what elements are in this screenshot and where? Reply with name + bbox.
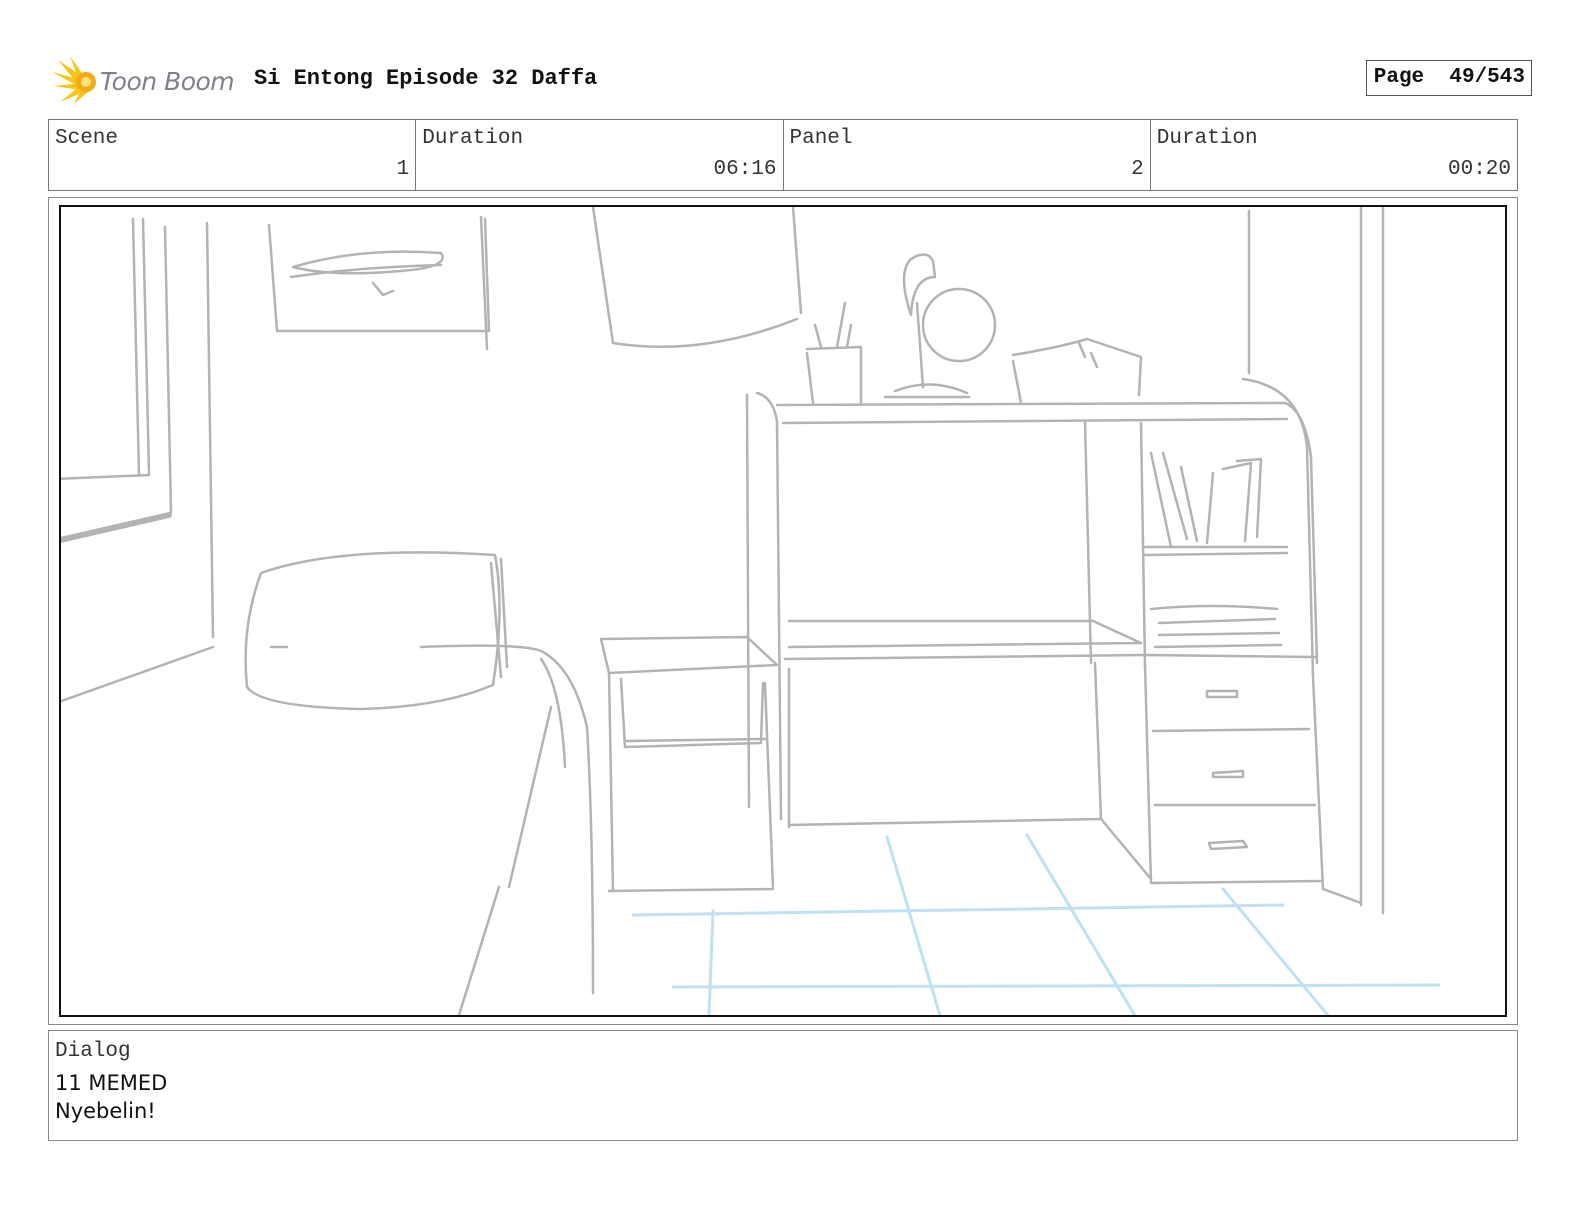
dialog-speaker: 11 MEMED bbox=[55, 1071, 168, 1095]
panel-duration-value: 00:20 bbox=[1447, 158, 1511, 181]
scene-cell: Scene 1 bbox=[49, 120, 417, 190]
panel-duration-label: Duration bbox=[1156, 127, 1258, 150]
storyboard-panel-image bbox=[59, 205, 1507, 1017]
dialog-box: Dialog 11 MEMED Nyebelin! bbox=[48, 1030, 1518, 1141]
panel-label: Panel bbox=[789, 127, 853, 150]
page-number: 49/543 bbox=[1449, 66, 1525, 89]
page-indicator: Page 49/543 bbox=[1365, 60, 1532, 96]
starburst-icon bbox=[52, 56, 96, 104]
scene-label: Scene bbox=[55, 127, 119, 150]
storyboard-header: Toon Boom Si Entong Episode 32 Daffa Pag… bbox=[52, 56, 1532, 106]
scene-info-table: Scene 1 Duration 06:16 Panel 2 Duration … bbox=[48, 119, 1518, 191]
scene-duration-value: 06:16 bbox=[713, 158, 777, 181]
scene-duration-cell: Duration 06:16 bbox=[416, 120, 784, 190]
panel-number: 2 bbox=[1131, 158, 1144, 181]
toon-boom-logo: Toon Boom bbox=[52, 56, 242, 106]
scene-number: 1 bbox=[396, 158, 410, 181]
panel-cell: Panel 2 bbox=[784, 120, 1151, 190]
room-sketch bbox=[61, 207, 1441, 1015]
dialog-text: Nyebelin! bbox=[55, 1099, 156, 1123]
logo-text: Toon Boom bbox=[100, 66, 235, 96]
panel-duration-cell: Duration 00:20 bbox=[1151, 120, 1517, 190]
document-title: Si Entong Episode 32 Daffa bbox=[254, 66, 598, 91]
page-label: Page bbox=[1373, 66, 1425, 89]
dialog-label: Dialog bbox=[55, 1040, 131, 1063]
scene-duration-label: Duration bbox=[422, 127, 524, 150]
